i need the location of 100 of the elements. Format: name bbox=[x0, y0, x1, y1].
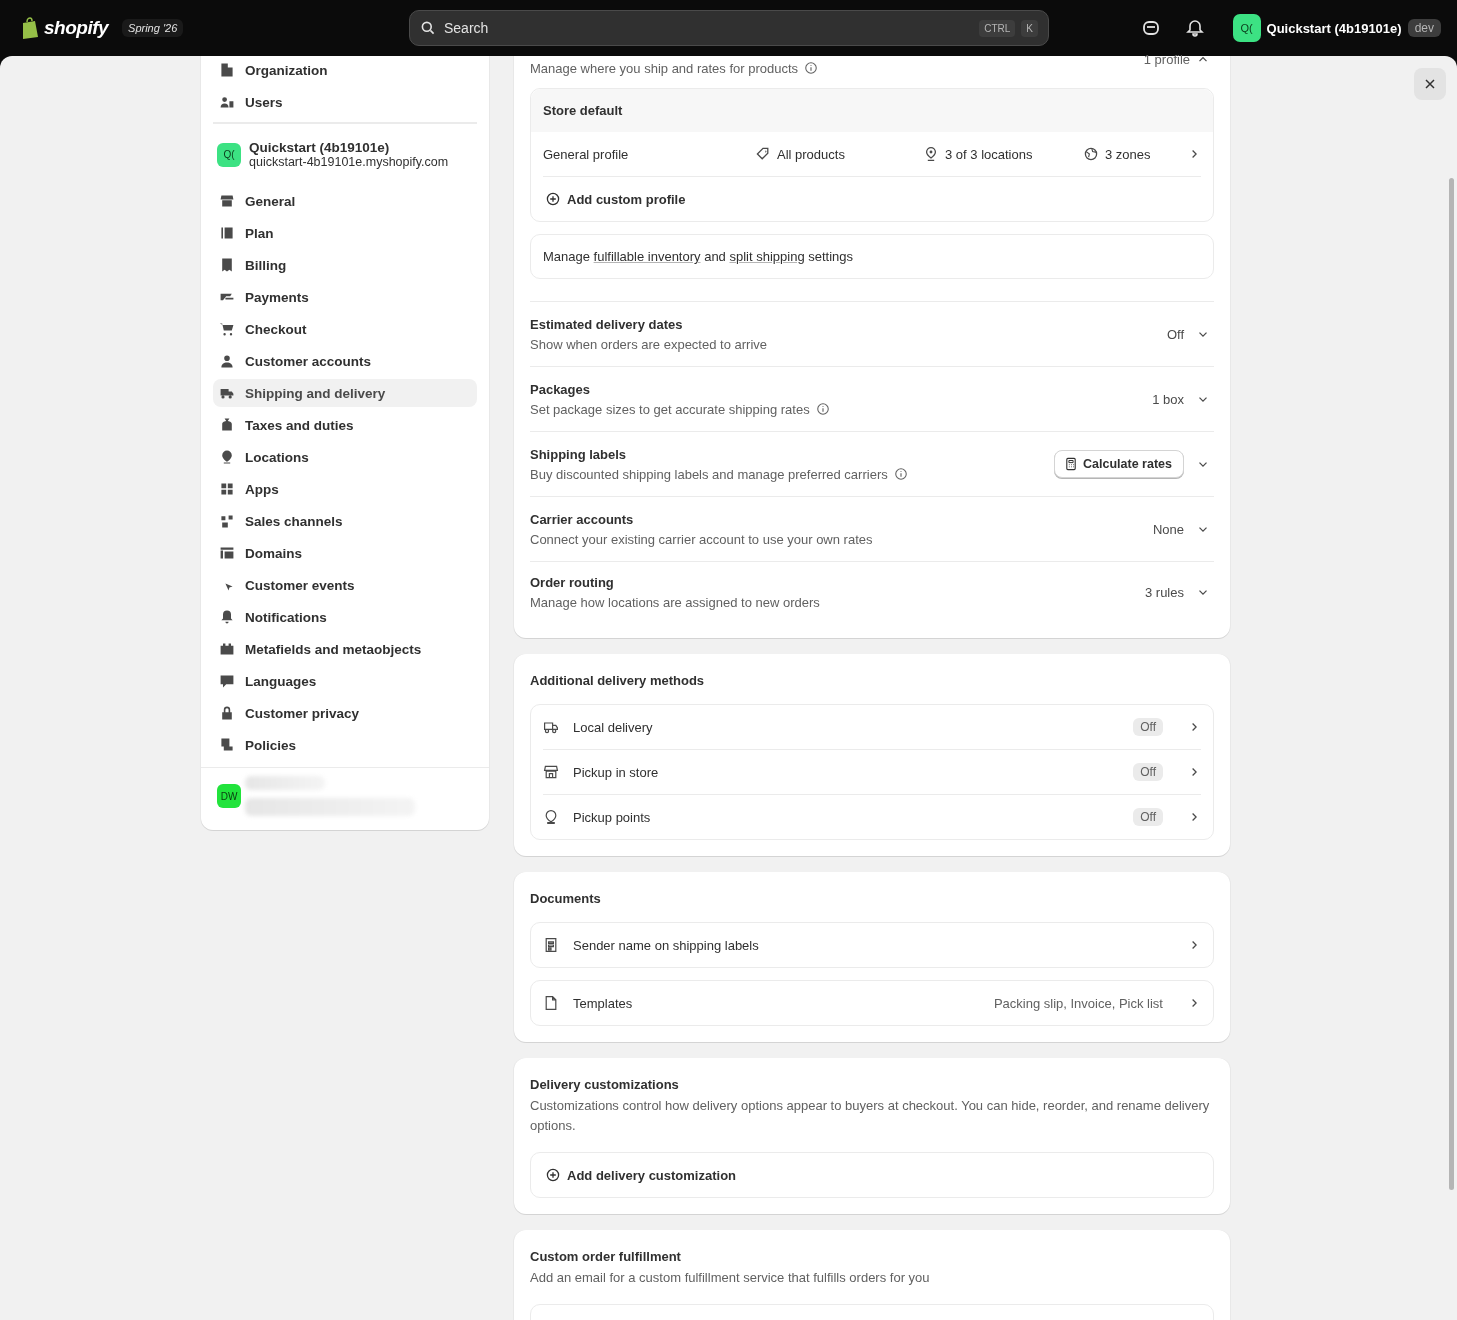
file-icon bbox=[543, 995, 559, 1011]
form-icon bbox=[543, 937, 559, 953]
status-badge: Off bbox=[1133, 808, 1163, 826]
money-bag-icon bbox=[219, 417, 235, 433]
setting-row[interactable]: Shipping labels Buy discounted shipping labels and manage preferred carriers Calculate rates bbox=[530, 431, 1214, 496]
setting-value: Off bbox=[1166, 326, 1184, 342]
lock-icon bbox=[219, 705, 235, 721]
store-switcher[interactable]: Q( Quickstart (4b19101e) quickstart-4b19101e.myshopify.com bbox=[213, 136, 477, 173]
info-icon[interactable] bbox=[815, 402, 830, 416]
card-description: Customizations control how delivery options appear to buyers at checkout. You can hide, reorder, and rename delivery options. bbox=[530, 1097, 1211, 1135]
scrollbar-thumb[interactable] bbox=[1449, 178, 1454, 1190]
sidekick-icon[interactable] bbox=[1140, 18, 1161, 38]
document-types: Packing slip, Invoice, Pick list bbox=[993, 995, 1163, 1011]
search-field[interactable]: Search CTRL K bbox=[409, 10, 1049, 46]
search-icon bbox=[420, 20, 436, 36]
sidebar-item[interactable]: General bbox=[213, 187, 477, 215]
profile-row[interactable]: General profile All products 3 of 3 locations 3 zones bbox=[543, 132, 1201, 177]
card-description: Add an email for a custom fulfillment service that fulfills orders for you bbox=[530, 1269, 931, 1287]
setting-value: 3 rules bbox=[1144, 584, 1184, 600]
edition-badge[interactable]: Spring '26 bbox=[122, 19, 184, 37]
plus-circle-icon bbox=[545, 1167, 561, 1183]
sidebar-item[interactable]: Locations bbox=[213, 443, 477, 471]
sidebar-item[interactable]: Metafields and metaobjects bbox=[213, 635, 477, 663]
products-scope: All products bbox=[777, 146, 845, 162]
sidebar-item[interactable]: Plan bbox=[213, 219, 477, 247]
shortcut-key: CTRL bbox=[979, 19, 1016, 37]
sidebar-item[interactable]: Customer events bbox=[213, 571, 477, 599]
add-delivery-customization-button[interactable]: Add delivery customization bbox=[530, 1152, 1214, 1198]
bell-icon[interactable] bbox=[1184, 18, 1205, 38]
setting-row[interactable]: Packages Set package sizes to get accurate shipping rates 1 box bbox=[530, 366, 1214, 431]
user-account[interactable]: DW bbox=[201, 767, 489, 830]
setting-description: Show when orders are expected to arrive bbox=[530, 336, 767, 352]
document-row[interactable]: Sender name on shipping labels bbox=[530, 922, 1214, 968]
locations-count: 3 of 3 locations bbox=[945, 146, 1033, 162]
sidebar-item[interactable]: Notifications bbox=[213, 603, 477, 631]
sidebar-item[interactable]: Languages bbox=[213, 667, 477, 695]
calculator-icon bbox=[1064, 457, 1079, 471]
info-icon[interactable] bbox=[804, 61, 819, 75]
building-icon bbox=[219, 62, 235, 78]
shortcut-key: K bbox=[1021, 19, 1038, 37]
sidebar-item[interactable]: Shipping and delivery bbox=[213, 379, 477, 407]
store-name: Quickstart (4b19101e) bbox=[249, 140, 391, 155]
setting-row[interactable]: Estimated delivery dates Show when orders are expected to arrive Off bbox=[530, 301, 1214, 366]
method-name: Pickup in store bbox=[573, 764, 660, 780]
setting-title: Packages bbox=[530, 381, 591, 397]
speech-bubble-icon bbox=[219, 673, 235, 689]
info-icon[interactable] bbox=[893, 467, 908, 481]
receipt-icon bbox=[219, 257, 235, 273]
status-badge: Off bbox=[1133, 718, 1163, 736]
store-menu-button[interactable]: Q( Quickstart (4b19101e) dev bbox=[1228, 10, 1445, 46]
sidebar-item[interactable]: Customer privacy bbox=[213, 699, 477, 727]
user-avatar: DW bbox=[217, 784, 241, 808]
search-input[interactable]: Search bbox=[442, 19, 974, 37]
method-name: Pickup points bbox=[573, 809, 652, 825]
sidebar-item[interactable]: Policies bbox=[213, 731, 477, 759]
sidebar-item[interactable]: Taxes and duties bbox=[213, 411, 477, 439]
calculate-rates-button[interactable]: Calculate rates bbox=[1054, 450, 1184, 478]
delivery-method-row[interactable]: Local delivery Off bbox=[543, 705, 1201, 750]
shopping-bag-logo-icon bbox=[20, 17, 40, 39]
setting-title: Estimated delivery dates bbox=[530, 316, 684, 332]
document-name: Sender name on shipping labels bbox=[573, 937, 760, 953]
logo-wordmark[interactable]: shopify bbox=[44, 17, 109, 39]
store-avatar: Q( bbox=[1232, 14, 1261, 42]
delivery-method-row[interactable]: Pickup in store Off bbox=[543, 750, 1201, 795]
close-button[interactable] bbox=[1414, 68, 1446, 100]
fulfillable-inventory-link[interactable]: fulfillable inventory bbox=[593, 249, 701, 264]
document-name: Templates bbox=[573, 995, 634, 1011]
sidebar-item[interactable]: Customer accounts bbox=[213, 347, 477, 375]
sidebar-item[interactable]: Domains bbox=[213, 539, 477, 567]
plus-circle-icon bbox=[545, 191, 561, 207]
sidebar-item[interactable]: Apps bbox=[213, 475, 477, 503]
box-icon bbox=[219, 641, 235, 657]
browser-window-icon bbox=[219, 545, 235, 561]
setting-description: Set package sizes to get accurate shipping rates bbox=[530, 401, 810, 417]
group-title: Store default bbox=[543, 103, 623, 118]
setting-description: Manage how locations are assigned to new orders bbox=[530, 594, 820, 610]
setting-title: Carrier accounts bbox=[530, 511, 635, 527]
sidebar-item[interactable]: Organization bbox=[213, 56, 477, 84]
profile-name: General profile bbox=[543, 146, 630, 162]
setting-title: Shipping labels bbox=[530, 446, 628, 462]
storefront-icon bbox=[219, 193, 235, 209]
setting-row[interactable]: Order routing Manage how locations are assigned to new orders 3 rules bbox=[530, 561, 1214, 622]
sidebar-item[interactable]: Checkout bbox=[213, 315, 477, 343]
tag-icon bbox=[755, 146, 771, 162]
setting-row[interactable]: Carrier accounts Connect your existing carrier account to use your own rates None bbox=[530, 496, 1214, 561]
truck-icon bbox=[543, 719, 559, 735]
card-title: Documents bbox=[530, 891, 602, 906]
document-row[interactable]: Templates Packing slip, Invoice, Pick list bbox=[530, 980, 1214, 1026]
method-name: Local delivery bbox=[573, 719, 654, 735]
sidebar-item[interactable]: Billing bbox=[213, 251, 477, 279]
card-subtitle: Manage where you ship and rates for products bbox=[530, 60, 799, 76]
delivery-method-row[interactable]: Pickup points Off bbox=[543, 795, 1201, 839]
profile-count: 1 profile bbox=[1143, 51, 1190, 67]
store-avatar: Q( bbox=[217, 142, 241, 167]
add-custom-profile-button[interactable]: Add custom profile bbox=[543, 177, 1201, 221]
sidebar-item[interactable]: Payments bbox=[213, 283, 477, 311]
sidebar-item[interactable]: Sales channels bbox=[213, 507, 477, 535]
globe-icon bbox=[1083, 146, 1099, 162]
split-shipping-link[interactable]: split shipping bbox=[729, 249, 805, 264]
sidebar-item[interactable]: Users bbox=[213, 88, 477, 116]
